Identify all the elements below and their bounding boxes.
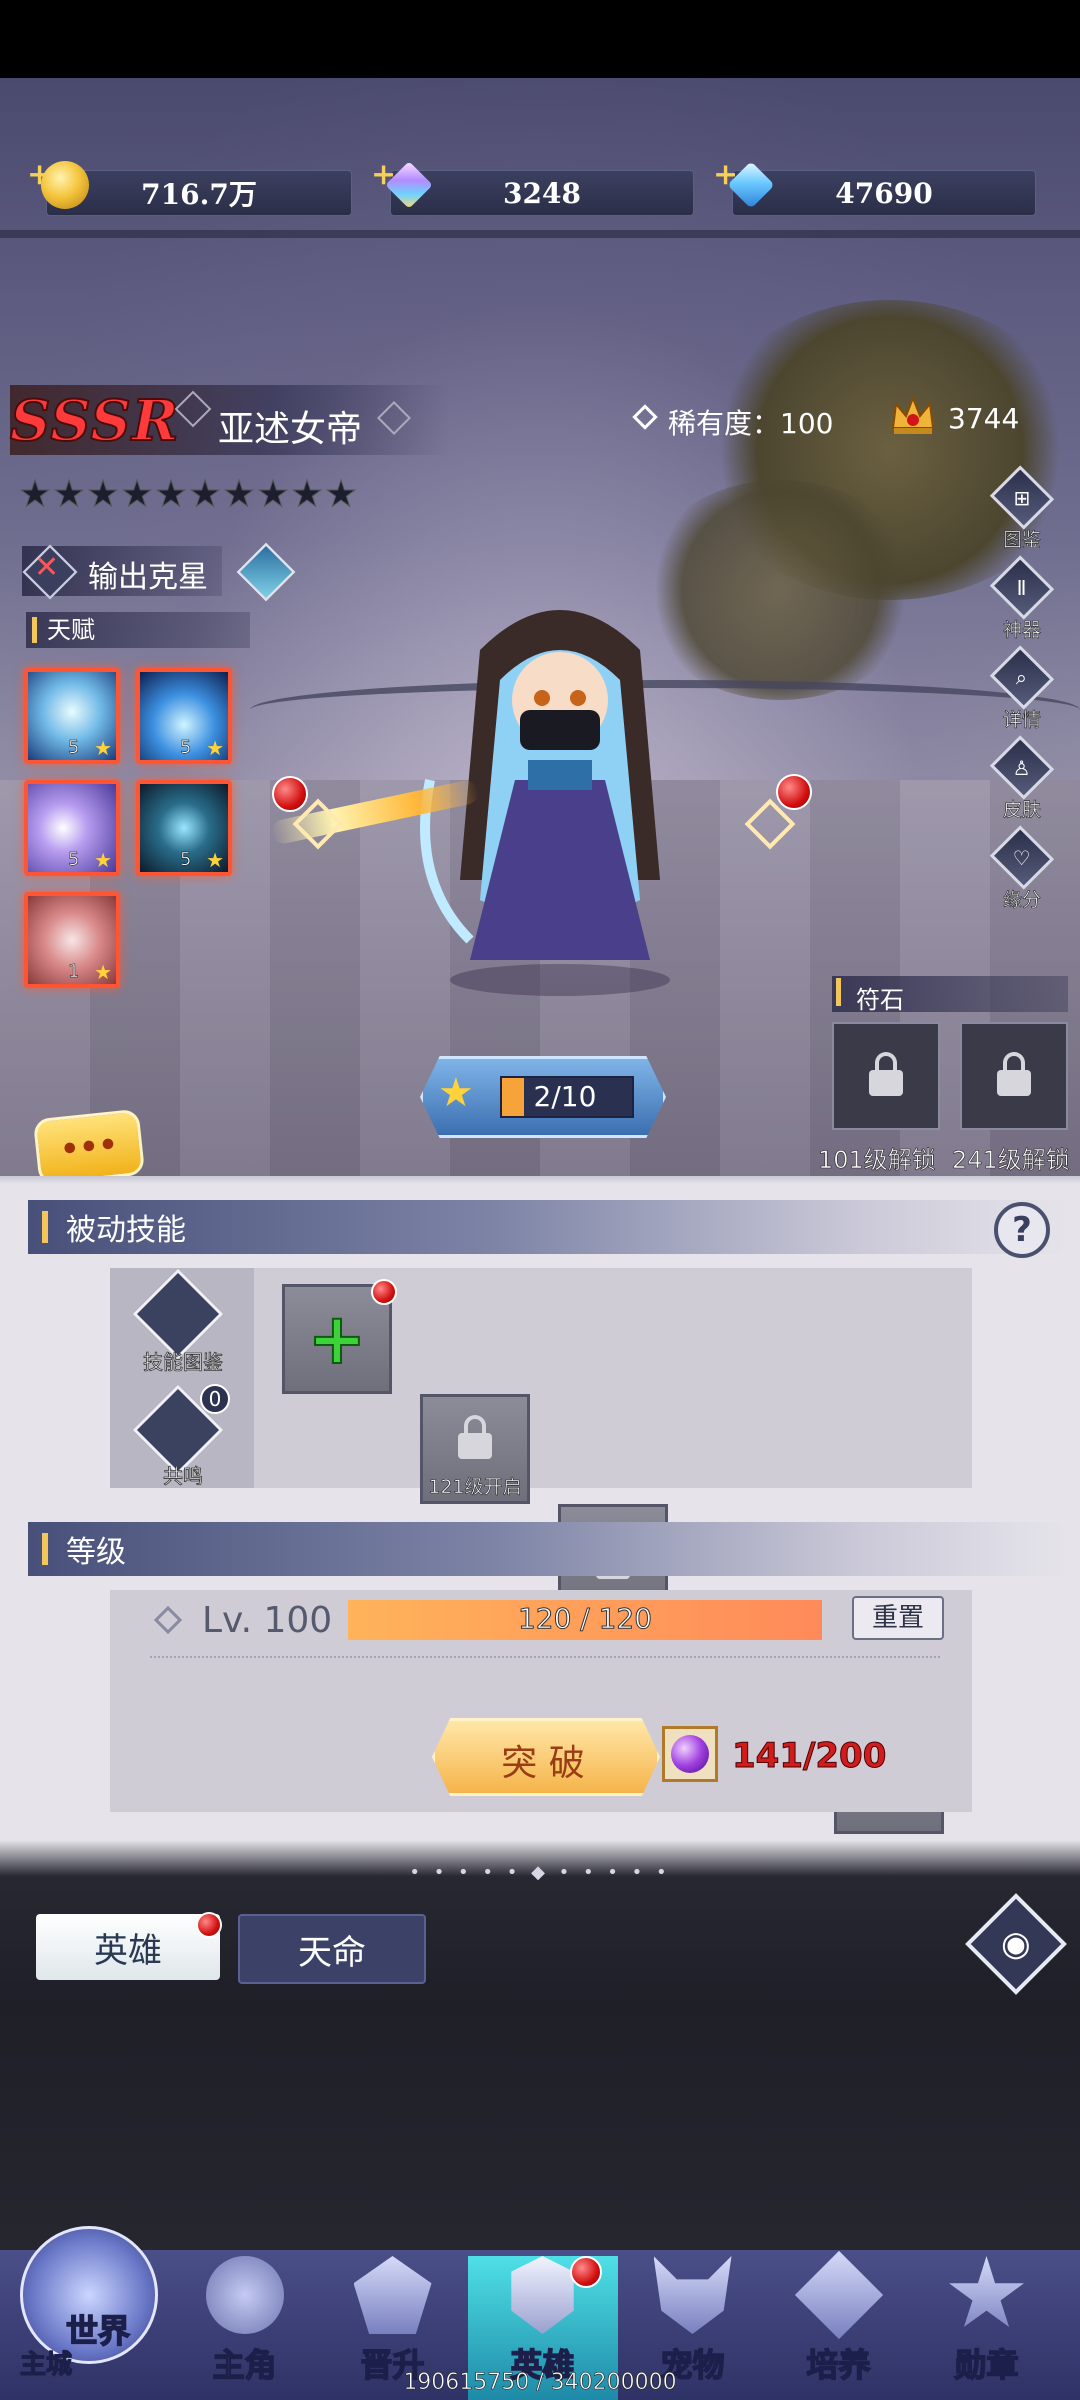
diamond-amount: 47690 <box>835 176 933 210</box>
star-icon: ★ <box>290 474 324 515</box>
rune-title: 符石 <box>856 986 904 1014</box>
resonance-count-badge: 0 <box>200 1384 230 1414</box>
passive-skill-slot-2[interactable]: 121级开启 <box>420 1394 530 1504</box>
promotion-icon <box>353 2256 432 2334</box>
resonance-label: 共鸣 <box>163 1464 204 1489</box>
talent-ice-dragon[interactable]: 5 ★ <box>24 668 120 764</box>
heart-icon: ♡ <box>1013 845 1031 870</box>
exp-text: 120 / 120 <box>517 1602 653 1636</box>
status-bar <box>0 0 1080 78</box>
tab-hero[interactable]: 英雄 <box>36 1914 220 1980</box>
cultivate-icon <box>794 2250 883 2340</box>
side-button-bond[interactable]: ♡ 缘分 <box>986 825 1058 912</box>
star-icon: ★ <box>154 474 188 515</box>
talent-title-bar: 天赋 <box>26 612 250 648</box>
hero-stars: ★★★★★★★★★★ <box>18 474 358 515</box>
star-up-icon: ★ <box>438 1070 474 1116</box>
footer-debug-text: 190615750 / 340200000 <box>403 2370 677 2396</box>
star-icon: ★ <box>94 960 112 984</box>
talent-ice-crystal[interactable]: 5 ★ <box>136 668 232 764</box>
star-icon: ★ <box>206 848 224 872</box>
tab-destiny[interactable]: 天命 <box>238 1914 426 1984</box>
skill-codex-label: 技能图鉴 <box>143 1350 224 1375</box>
help-button[interactable]: ? <box>994 1202 1050 1258</box>
star-icon: ★ <box>52 474 86 515</box>
rune-slot-1-unlock-label: 101级解锁 <box>818 1146 936 1175</box>
lower-area <box>0 1840 1080 2250</box>
star-icon: ★ <box>188 474 222 515</box>
passive-skill-slot-add[interactable]: + <box>282 1279 397 1394</box>
passive-skill-header: 被动技能 <box>28 1200 1068 1254</box>
star-icon: ★ <box>120 474 154 515</box>
star-icon: ★ <box>206 736 224 760</box>
crystal-amount: 3248 <box>503 176 581 210</box>
nav-world[interactable]: 世界 主城 <box>12 2206 162 2386</box>
notification-dot <box>371 1279 397 1305</box>
star-icon: ★ <box>94 736 112 760</box>
star-icon: ★ <box>94 848 112 872</box>
level-value: Lv. 100 <box>202 1600 333 1641</box>
gold-coin-icon <box>41 161 89 209</box>
role-label: 输出克星 <box>88 560 208 595</box>
ornament-divider: • • • • • ◆ • • • • • <box>409 1862 671 1883</box>
magnifier-icon: ⌕ <box>1016 665 1028 690</box>
star-icon: ★ <box>86 474 120 515</box>
material-count: 141/200 <box>731 1736 887 1777</box>
chat-bubble-icon[interactable]: ••• <box>32 1108 146 1186</box>
rune-slot-1[interactable] <box>832 1022 940 1130</box>
lock-icon <box>458 1415 492 1459</box>
star-progress-text: 2/10 <box>533 1080 597 1113</box>
pet-icon <box>653 2256 732 2334</box>
level-divider <box>150 1656 940 1658</box>
notification-dot <box>196 1912 222 1938</box>
skin-icon: ♙ <box>1013 755 1031 780</box>
protagonist-icon <box>205 2256 284 2334</box>
side-button-artifact[interactable]: Ⅱ 神器 <box>986 555 1058 642</box>
side-button-skin[interactable]: ♙ 皮肤 <box>986 735 1058 822</box>
crossed-swords-icon: ✕ <box>34 550 60 585</box>
currency-crystal[interactable]: + 3248 <box>371 157 694 216</box>
rune-title-accent <box>836 978 841 1006</box>
artifact-icon: Ⅱ <box>1017 575 1027 600</box>
reset-button[interactable]: 重置 <box>852 1596 944 1640</box>
lock-icon <box>997 1052 1031 1096</box>
lock-icon <box>869 1052 903 1096</box>
rarity-badge: SSSR <box>9 387 180 455</box>
talent-title: 天赋 <box>47 616 95 644</box>
star-icon: ★ <box>256 474 290 515</box>
gold-amount: 716.7万 <box>141 178 257 211</box>
red-marker-icon <box>776 774 812 810</box>
panel-top-border <box>0 1176 1080 1184</box>
side-button-codex[interactable]: ⊞ 图鉴 <box>986 465 1058 552</box>
hero-name: 亚述女帝 <box>218 409 363 450</box>
star-icon: ★ <box>222 474 256 515</box>
red-marker-icon <box>272 776 308 812</box>
purple-orb-icon <box>671 1735 709 1773</box>
side-button-details[interactable]: ⌕ 详情 <box>986 645 1058 732</box>
star-icon: ★ <box>324 474 358 515</box>
talent-red-boot[interactable]: 1 ★ <box>24 892 120 988</box>
power-value: 3744 <box>948 402 1020 435</box>
eye-icon: ◉ <box>1001 1923 1031 1964</box>
currency-gold[interactable]: + 716.7万 <box>27 157 352 216</box>
crown-power-icon <box>888 390 938 440</box>
nav-world-label: 世界 <box>65 2311 131 2351</box>
scene-divider <box>0 230 1080 238</box>
breakthrough-label: 突 破 <box>501 1743 585 1784</box>
star-icon: ★ <box>18 474 52 515</box>
talent-dark-burst[interactable]: 5 ★ <box>136 780 232 876</box>
slot-unlock-label: 121级开启 <box>428 1476 522 1499</box>
level-header: 等级 <box>28 1522 1068 1576</box>
material-slot[interactable] <box>662 1726 718 1782</box>
notification-dot <box>570 2256 602 2288</box>
rarity-value: 稀有度：100 <box>668 407 834 440</box>
talent-purple-swirl[interactable]: 5 ★ <box>24 780 120 876</box>
rune-slot-2[interactable] <box>960 1022 1068 1130</box>
codex-icon: ⊞ <box>1013 485 1031 510</box>
rune-slot-2-unlock-label: 241级解锁 <box>952 1146 1070 1175</box>
plus-icon: + <box>307 1298 368 1380</box>
medal-icon <box>949 2256 1024 2327</box>
currency-diamond[interactable]: + 47690 <box>713 157 1036 216</box>
